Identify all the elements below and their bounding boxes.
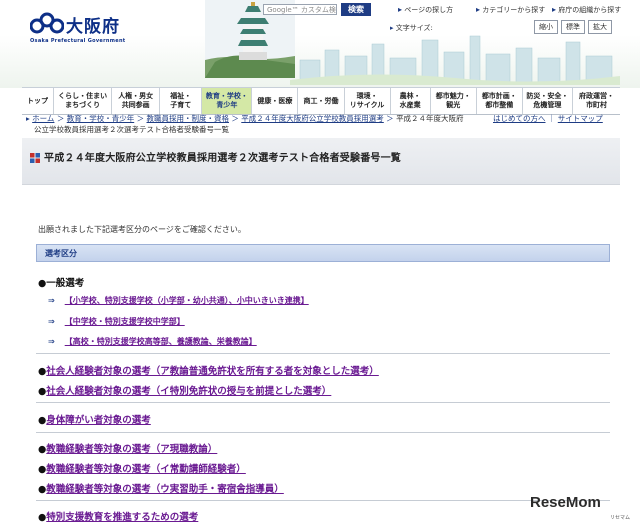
divider bbox=[36, 500, 610, 501]
breadcrumb-current-continued: 公立学校教員採用選考２次選考テスト合格者受験番号一覧 bbox=[34, 125, 229, 134]
breadcrumb-exam[interactable]: 平成２４年度大阪府公立学校教員採用選考 bbox=[241, 114, 384, 123]
list-item-teaching-exp-b[interactable]: ●教職経験者等対象の選考（イ常勤講師経験者） bbox=[38, 461, 246, 475]
osaka-logo-icon bbox=[30, 12, 64, 34]
list-item-teaching-exp-c[interactable]: ●教職経験者等対象の選考（ウ実習助手・寄宿舎指導員） bbox=[38, 481, 284, 495]
general-sub-link-elementary[interactable]: ⇒ 【小学校、特別支援学校（小学部・幼小共通）、小中いきいき連携】 bbox=[48, 295, 309, 306]
nav-item-living[interactable]: くらし・住まい まちづくり bbox=[54, 88, 113, 114]
list-item-disability[interactable]: ●身体障がい者対象の選考 bbox=[38, 412, 151, 426]
nav-item-administration[interactable]: 府政運営・ 市町村 bbox=[573, 88, 620, 114]
watermark-text: ReseMom bbox=[530, 494, 601, 511]
intro-text: 出願されました下記選考区分のページをご確認ください。 bbox=[38, 225, 246, 234]
list-item-working-adult-a[interactable]: ●社会人経験者対象の選考（ア教論普通免許状を所有する者を対象とした選考） bbox=[38, 363, 379, 377]
list-item-special-support[interactable]: ●特別支援教育を推進するための選考 bbox=[38, 509, 198, 523]
font-size-label: ▸ 文字サイズ: bbox=[390, 24, 433, 32]
divider bbox=[36, 402, 610, 403]
general-sub-link-high-school[interactable]: ⇒ 【高校・特別支援学校高等部、養護教論、栄養教論】 bbox=[48, 336, 257, 347]
section-label: 選考区分 bbox=[45, 249, 77, 258]
arrow-right-icon: ▸ bbox=[552, 5, 557, 14]
double-arrow-icon: ⇒ bbox=[48, 317, 55, 326]
nav-item-education[interactable]: 教育・学校・ 青少年 bbox=[202, 88, 253, 114]
arrow-right-icon: ▸ bbox=[390, 24, 394, 32]
skyline-illustration bbox=[290, 35, 620, 85]
util-link-organization[interactable]: ▸ 府庁の組織から探す bbox=[552, 5, 621, 15]
double-arrow-icon: ⇒ bbox=[48, 296, 55, 305]
arrow-right-icon: ▸ bbox=[26, 114, 30, 123]
heading-square-icon bbox=[30, 153, 40, 163]
font-size-normal-button[interactable]: 標準 bbox=[561, 20, 585, 34]
resemom-watermark: ReseMom リセマム bbox=[530, 494, 635, 524]
list-item-working-adult-b[interactable]: ●社会人経験者対象の選考（イ特別免許状の授与を前提とした選考） bbox=[38, 383, 331, 397]
divider bbox=[36, 432, 610, 433]
section-header: 選考区分 bbox=[36, 244, 610, 262]
search-button[interactable]: 検索 bbox=[341, 3, 371, 16]
general-selection-heading: ●一般選考 bbox=[38, 278, 85, 289]
logo-title: 大阪府 bbox=[66, 17, 120, 37]
breadcrumb: ▸ ホーム ＞ 教育・学校・青少年 ＞ 教職員採用・制度・資格 ＞ 平成２４年度… bbox=[26, 114, 603, 134]
nav-item-agriculture[interactable]: 農林・ 水産業 bbox=[391, 88, 431, 114]
logo-subtitle: Osaka Prefectural Government bbox=[30, 38, 126, 44]
nav-item-disaster[interactable]: 防災・安全・ 危機管理 bbox=[523, 88, 573, 114]
page-title: 平成２４年度大阪府公立学校教員採用選考２次選考テスト合格者受験番号一覧 bbox=[44, 153, 401, 164]
general-sub-link-junior-high[interactable]: ⇒ 【中学校・特別支援学校中学部】 bbox=[48, 316, 185, 327]
search-input[interactable]: Google™ カスタム検索 bbox=[263, 4, 337, 15]
first-time-link[interactable]: はじめての方へ bbox=[493, 114, 546, 123]
nav-item-welfare[interactable]: 福祉・ 子育て bbox=[160, 88, 203, 114]
global-nav: トップ くらし・住まい まちづくり 人権・男女 共同参画 福祉・ 子育て 教育・学校・… bbox=[22, 87, 620, 115]
util-link-category[interactable]: ▸ カテゴリーから探す bbox=[476, 5, 545, 15]
divider bbox=[36, 353, 610, 354]
page-heading: 平成２４年度大阪府公立学校教員採用選考２次選考テスト合格者受験番号一覧 bbox=[22, 138, 620, 185]
font-size-small-button[interactable]: 縮小 bbox=[534, 20, 558, 34]
font-size-large-button[interactable]: 拡大 bbox=[588, 20, 612, 34]
nav-item-tourism[interactable]: 都市魅力・ 観光 bbox=[431, 88, 477, 114]
breadcrumb-education[interactable]: 教育・学校・青少年 bbox=[67, 114, 135, 123]
list-item-teaching-exp-a[interactable]: ●教職経験者等対象の選考（ア現職教論） bbox=[38, 441, 217, 455]
sitemap-link[interactable]: サイトマップ bbox=[558, 114, 603, 123]
breadcrumb-current: 平成２４年度大阪府 bbox=[396, 114, 464, 123]
nav-item-urban-planning[interactable]: 都市計画・ 都市整備 bbox=[477, 88, 523, 114]
nav-item-health[interactable]: 健康・医療 bbox=[252, 88, 299, 114]
site-header: 大阪府 Osaka Prefectural Government Google™… bbox=[0, 0, 640, 88]
arrow-right-icon: ▸ bbox=[476, 5, 481, 14]
breadcrumb-recruitment[interactable]: 教職員採用・制度・資格 bbox=[147, 114, 230, 123]
nav-item-environment[interactable]: 環境・ リサイクル bbox=[345, 88, 391, 114]
watermark-subtext: リセマム bbox=[610, 515, 631, 521]
util-link-howto[interactable]: ▸ ページの探し方 bbox=[398, 5, 453, 15]
breadcrumb-home[interactable]: ホーム bbox=[32, 114, 54, 123]
nav-item-commerce[interactable]: 商工・労働 bbox=[298, 88, 345, 114]
double-arrow-icon: ⇒ bbox=[48, 337, 55, 346]
nav-item-human-rights[interactable]: 人権・男女 共同参画 bbox=[112, 88, 161, 114]
arrow-right-icon: ▸ bbox=[398, 5, 403, 14]
nav-item-top[interactable]: トップ bbox=[22, 88, 55, 114]
